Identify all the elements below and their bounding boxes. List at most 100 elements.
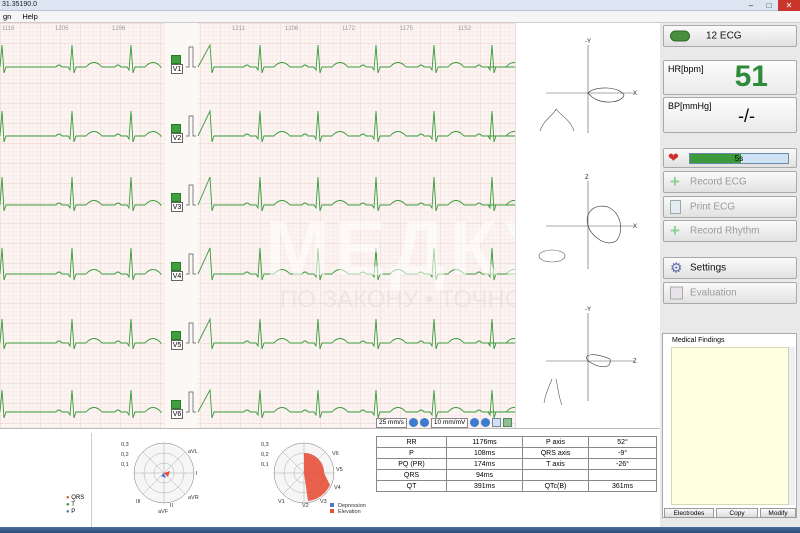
gain-selector[interactable]: 10 mm/mV bbox=[430, 418, 469, 428]
table-row: RR 1176ms bbox=[376, 436, 523, 448]
lead-label-v3: V3 bbox=[171, 193, 183, 212]
table-row: P 108ms bbox=[376, 447, 523, 459]
polar1-label-avr: aVR bbox=[188, 495, 199, 501]
medical-findings-text[interactable] bbox=[671, 347, 789, 505]
param-name: QRS bbox=[376, 469, 447, 481]
print-ecg-button[interactable]: Print ECG bbox=[663, 196, 797, 218]
table-row: QTc(B) 361ms bbox=[522, 480, 657, 492]
lead-marker bbox=[171, 331, 181, 340]
lead-marker bbox=[171, 400, 181, 409]
plus-icon: + bbox=[670, 172, 680, 191]
legend-elevation: Elevation bbox=[338, 509, 361, 515]
minimize-button[interactable]: – bbox=[742, 0, 760, 11]
polar1-ring-0: 0,3 bbox=[121, 442, 129, 448]
close-button[interactable]: ✕ bbox=[778, 0, 800, 11]
lead-label-v5: V5 bbox=[171, 331, 183, 350]
legend-t: ● T bbox=[66, 502, 75, 508]
param-value: 94ms bbox=[446, 469, 523, 481]
menu-item-design[interactable]: gn bbox=[3, 11, 11, 22]
lead-marker bbox=[171, 55, 181, 64]
window-title: 31.35190.0 bbox=[2, 1, 38, 8]
polar1-label-avf: aVF bbox=[158, 509, 169, 515]
param-value: 52° bbox=[588, 436, 657, 448]
maximize-button[interactable]: □ bbox=[760, 0, 778, 11]
ecg-strip-area: 1116 1205 1206 1211 1206 1172 1175 1152 V1 V2 V3 V… bbox=[0, 23, 618, 428]
window-controls: – □ ✕ bbox=[742, 0, 800, 11]
param-name: T axis bbox=[522, 458, 589, 470]
gear-icon: ⚙ bbox=[670, 259, 683, 276]
param-value bbox=[588, 469, 657, 481]
table-row bbox=[522, 469, 657, 481]
bp-value: -/- bbox=[738, 106, 755, 126]
polar2-label-v2: V2 bbox=[302, 503, 309, 509]
param-name: RR bbox=[376, 436, 447, 448]
title-bar: 31.35190.0 – □ ✕ bbox=[0, 0, 800, 11]
bp-display: BP[mmHg] -/- bbox=[663, 97, 797, 133]
param-value: 174ms bbox=[446, 458, 523, 470]
gain-down-icon[interactable] bbox=[470, 418, 480, 427]
polar1-label-iii: III bbox=[136, 499, 141, 505]
print-ecg-label: Print ECG bbox=[690, 201, 736, 213]
lead-name: V3 bbox=[171, 202, 183, 212]
ecg-mode-button[interactable]: 12 ECG bbox=[663, 25, 797, 47]
polar1-label-ii: II bbox=[170, 503, 174, 509]
lead-label-v1: V1 bbox=[171, 55, 183, 74]
polar2-ring-2: 0,1 bbox=[261, 462, 269, 468]
speed-up-icon[interactable] bbox=[419, 418, 429, 427]
evaluation-button[interactable]: Evaluation bbox=[663, 282, 797, 304]
param-name: PQ (PR) bbox=[376, 458, 447, 470]
param-value: -26° bbox=[588, 458, 657, 470]
electrodes-button[interactable]: Electrodes bbox=[664, 508, 714, 518]
lead-name: V2 bbox=[171, 133, 183, 143]
document-icon[interactable] bbox=[492, 418, 502, 427]
ecg-toolbar: 25 mm/s 10 mm/mV bbox=[376, 418, 513, 428]
param-name: QTc(B) bbox=[522, 480, 589, 492]
param-name: P axis bbox=[522, 436, 589, 448]
heart-icon: ❤ bbox=[668, 150, 679, 165]
record-ecg-label: Record ECG bbox=[690, 176, 747, 188]
param-name: QT bbox=[376, 480, 447, 492]
findings-scrollbar[interactable] bbox=[788, 347, 795, 505]
menu-item-help[interactable]: Help bbox=[22, 11, 37, 22]
ecg-mode-label: 12 ECG bbox=[706, 30, 742, 42]
sagittal-axis-right: Z bbox=[633, 359, 637, 365]
polar2-ring-1: 0,2 bbox=[261, 452, 269, 458]
timer-progress-label: 5s bbox=[734, 154, 744, 163]
hand-icon[interactable] bbox=[503, 418, 513, 427]
settings-button[interactable]: ⚙ Settings bbox=[663, 257, 797, 279]
table-row: QRS 94ms bbox=[376, 469, 523, 481]
polar2-ring-0: 0,3 bbox=[261, 442, 269, 448]
hr-value: 51 bbox=[734, 60, 768, 93]
legend: ● QRS ● T ● P bbox=[66, 495, 84, 516]
rr-interval-label: 1205 bbox=[55, 26, 69, 32]
speed-down-icon[interactable] bbox=[408, 418, 418, 427]
speed-selector[interactable]: 25 mm/s bbox=[376, 418, 407, 428]
lead-marker bbox=[171, 262, 181, 271]
medical-findings-title: Medical Findings bbox=[672, 337, 725, 344]
copy-button[interactable]: Copy bbox=[716, 508, 758, 518]
lead-name: V6 bbox=[171, 409, 183, 419]
axes-table: P axis 52° QRS axis -9° T axis -26° QTc(B) 361m… bbox=[522, 436, 657, 492]
table-row: P axis 52° bbox=[522, 436, 657, 448]
polar2-label-v4: V4 bbox=[334, 485, 341, 491]
record-ecg-button[interactable]: + Record ECG bbox=[663, 171, 797, 193]
table-row: PQ (PR) 174ms bbox=[376, 458, 523, 470]
rr-interval-label: 1175 bbox=[400, 26, 414, 32]
table-row: QRS axis -9° bbox=[522, 447, 657, 459]
param-name: QRS axis bbox=[522, 447, 589, 459]
plus-icon: + bbox=[670, 221, 680, 240]
timer-progress-track: 5s bbox=[689, 153, 789, 164]
lead-label-v6: V6 bbox=[171, 400, 183, 419]
param-name: P bbox=[376, 447, 447, 459]
modify-button[interactable]: Modify bbox=[760, 508, 796, 518]
frontal-axis-top: -Y bbox=[585, 39, 591, 45]
gain-up-icon[interactable] bbox=[481, 418, 491, 427]
analysis-panel: ● QRS ● T ● P 0,3 0,2 0,1 aVL I aVR aVF … bbox=[0, 428, 660, 533]
record-rhythm-button[interactable]: + Record Rhythm bbox=[663, 220, 797, 242]
rr-interval-label: 1206 bbox=[285, 26, 299, 32]
polar1-ring-1: 0,2 bbox=[121, 452, 129, 458]
vector-loops: -Y X Z X -Y Z bbox=[538, 39, 637, 406]
polar2-label-v1: V1 bbox=[278, 499, 285, 505]
rr-interval-label: 1116 bbox=[2, 26, 15, 32]
table-row: QT 391ms bbox=[376, 480, 523, 492]
